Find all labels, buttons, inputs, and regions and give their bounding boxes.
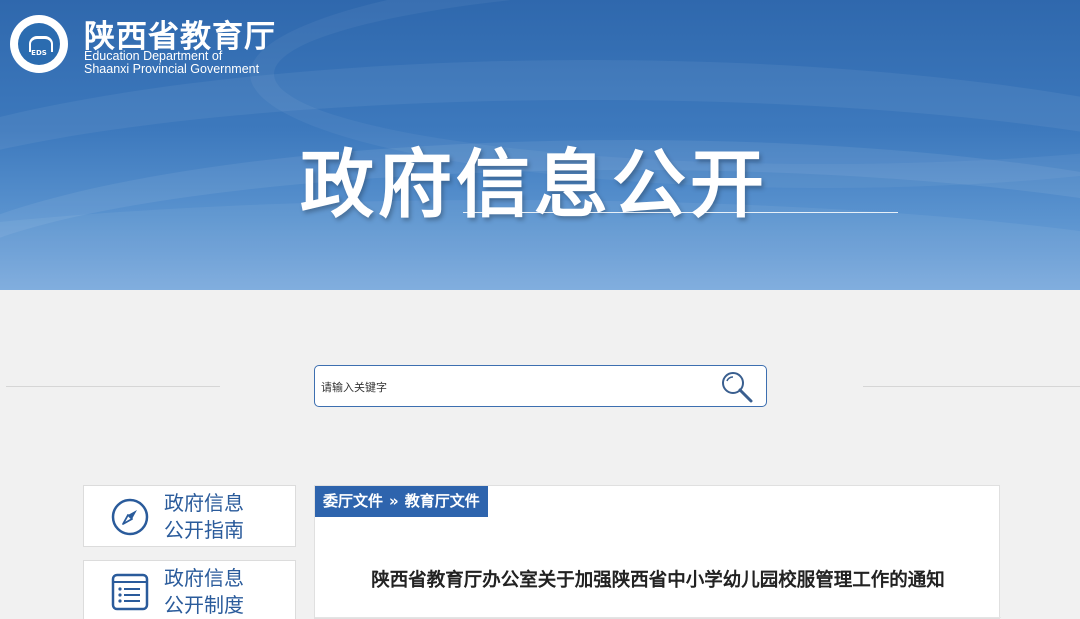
department-name-en-line2: Shaanxi Provincial Government (84, 62, 260, 76)
search-bar (314, 365, 767, 407)
header-banner: EDS 陕西省教育厅 Education Department of Shaan… (0, 0, 1080, 290)
article-title-divider (315, 617, 1001, 618)
breadcrumb: 委厅文件 » 教育厅文件 (315, 486, 488, 517)
sidebar-item-label-line2: 公开指南 (164, 518, 244, 542)
compass-icon (111, 498, 149, 536)
sidebar-item-disclosure-guide[interactable]: 政府信息 公开指南 (83, 485, 296, 547)
sidebar-item-disclosure-system[interactable]: 政府信息 公开制度 (83, 560, 296, 619)
sidebar-item-label-line1: 政府信息 (164, 566, 244, 590)
sidebar-item-label: 政府信息 公开指南 (164, 490, 244, 544)
banner-title: 政府信息公开 (300, 142, 768, 228)
list-document-icon (111, 573, 149, 611)
search-button[interactable] (718, 369, 756, 405)
seal-emblem: EDS (18, 23, 60, 65)
sidebar-item-label-line2: 公开制度 (164, 593, 244, 617)
article-title: 陕西省教育厅办公室关于加强陕西省中小学幼儿园校服管理工作的通知 (371, 570, 945, 591)
breadcrumb-link-department-docs[interactable]: 教育厅文件 (405, 492, 480, 510)
department-name-en: Education Department of Shaanxi Provinci… (84, 50, 259, 76)
breadcrumb-separator: » (389, 492, 399, 510)
divider-right (863, 386, 1080, 387)
search-icon (722, 372, 753, 403)
seal-text: EDS (31, 49, 47, 57)
sidebar-item-label-line1: 政府信息 (164, 491, 244, 515)
sidebar-item-label: 政府信息 公开制度 (164, 565, 244, 619)
article-panel: 委厅文件 » 教育厅文件 陕西省教育厅办公室关于加强陕西省中小学幼儿园校服管理工作的… (314, 485, 1001, 619)
divider-left (6, 386, 220, 387)
department-logo-seal[interactable]: EDS (10, 15, 68, 73)
search-input[interactable] (319, 368, 713, 406)
banner-underline (463, 212, 898, 213)
breadcrumb-link-committee-docs[interactable]: 委厅文件 (323, 492, 383, 510)
